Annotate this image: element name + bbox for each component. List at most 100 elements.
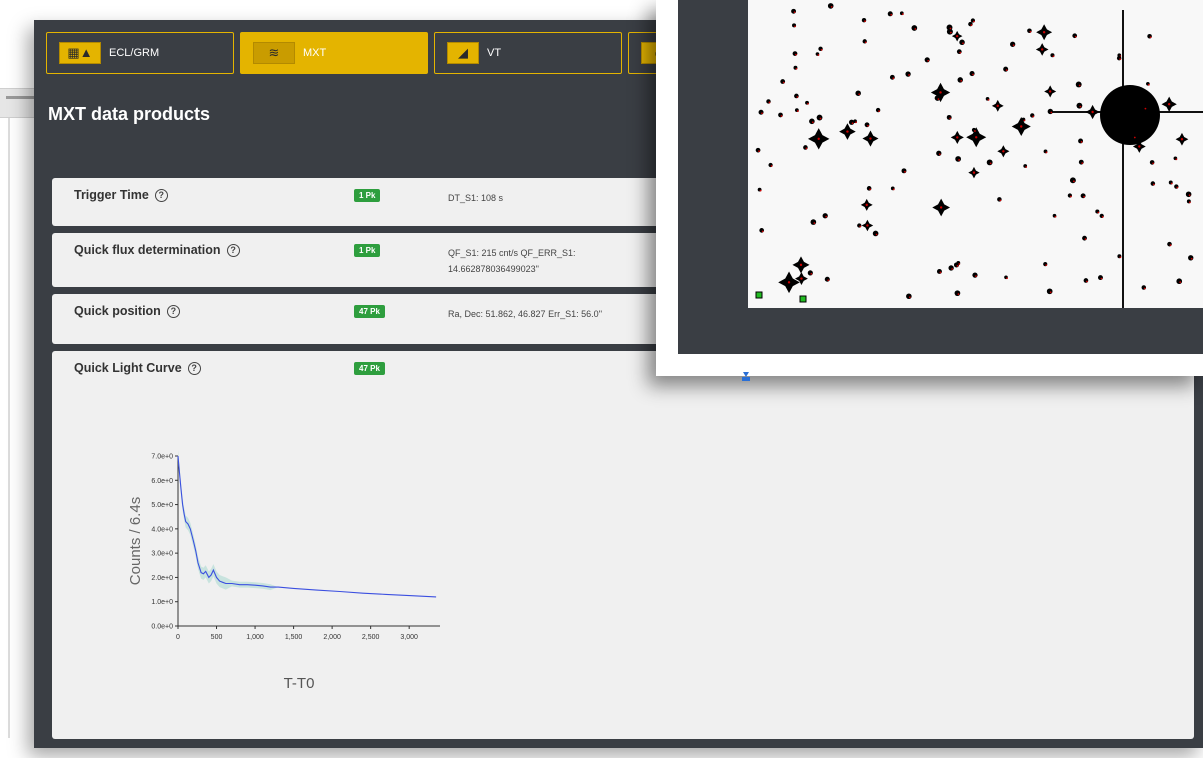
source-marker xyxy=(937,98,940,100)
source-marker xyxy=(1079,105,1082,108)
source-marker xyxy=(956,265,959,267)
faint-star xyxy=(1075,81,1082,88)
source-marker xyxy=(1069,195,1072,198)
source-marker xyxy=(1169,244,1172,247)
ecl-grm-icon: ▦▲ xyxy=(59,42,101,64)
source-marker xyxy=(892,77,895,80)
light-curve-chart: 0.0e+0 1.0e+0 2.0e+0 3.0e+0 4.0e+0 5.0e+0 6.0e… xyxy=(80,409,444,694)
source-marker xyxy=(938,153,941,156)
faint-star xyxy=(864,122,870,128)
source-marker xyxy=(989,162,992,165)
source-marker xyxy=(869,188,872,191)
faint-star xyxy=(924,57,930,63)
help-icon[interactable]: ? xyxy=(166,304,180,318)
section-title: MXT data products xyxy=(48,104,211,124)
faint-star xyxy=(792,51,798,56)
faint-star xyxy=(969,70,975,77)
faint-star xyxy=(1083,278,1089,283)
product-value-line: DT_S1: 108 s xyxy=(448,193,504,203)
green-marker xyxy=(799,295,807,303)
sky-image[interactable] xyxy=(748,0,1203,308)
faint-star xyxy=(827,3,834,9)
faint-star xyxy=(755,147,761,153)
faint-star xyxy=(901,168,907,174)
x-tick-label: 1,500 xyxy=(285,634,303,641)
source-marker xyxy=(866,224,869,227)
source-marker xyxy=(1045,151,1048,154)
source-marker xyxy=(851,122,854,125)
source-marker xyxy=(1050,111,1053,114)
product-title: Trigger Time xyxy=(74,188,149,202)
faint-star xyxy=(1185,191,1192,198)
source-marker xyxy=(890,13,893,16)
source-marker xyxy=(1020,125,1023,128)
help-icon[interactable]: ? xyxy=(226,243,240,257)
download-icon[interactable] xyxy=(740,370,752,382)
background-window-edge xyxy=(8,118,10,738)
source-marker xyxy=(858,93,861,96)
source-marker xyxy=(782,81,785,84)
faint-star xyxy=(1082,235,1087,241)
source-marker xyxy=(795,53,797,56)
screenshot-stage: ▦▲ ECL/GRM ≋ MXT ◢ VT ▪ MXT data product… xyxy=(0,0,1203,758)
source-marker xyxy=(846,130,849,133)
source-marker xyxy=(825,215,828,218)
tab-mxt[interactable]: ≋ MXT xyxy=(240,32,428,74)
source-marker xyxy=(939,206,943,209)
product-value: DT_S1: 108 s xyxy=(448,190,503,206)
source-marker xyxy=(859,225,862,228)
faint-star xyxy=(1076,102,1083,109)
source-marker xyxy=(1002,150,1005,153)
faint-star xyxy=(807,270,813,276)
status-badge: 47 Pk xyxy=(354,305,385,318)
source-marker xyxy=(1042,31,1046,34)
x-tick-label: 0 xyxy=(176,634,180,641)
source-marker xyxy=(974,130,976,132)
product-value: QF_S1: 215 cnt/s QF_ERR_S1: 14.662878036… xyxy=(448,245,576,277)
tab-ecl-grm[interactable]: ▦▲ ECL/GRM xyxy=(46,32,234,74)
faint-star xyxy=(946,114,952,120)
product-title-wrap: Quick Light Curve ? xyxy=(74,361,201,375)
source-marker xyxy=(1025,166,1028,168)
source-marker xyxy=(1176,186,1179,189)
source-marker xyxy=(1175,158,1178,161)
source-marker xyxy=(959,51,962,54)
faint-star xyxy=(905,71,911,77)
product-row-quick-light-curve[interactable]: Quick Light Curve ? 47 Pk 0.0e+0 1.0e+0 2.… xyxy=(52,351,1194,739)
faint-star xyxy=(1010,41,1016,47)
source-marker xyxy=(1084,238,1087,241)
source-marker xyxy=(1091,110,1094,114)
source-marker xyxy=(908,74,910,76)
source-marker xyxy=(1180,138,1184,141)
source-marker xyxy=(1188,201,1191,204)
x-tick-label: 3,000 xyxy=(400,634,418,641)
product-value-line: Ra, Dec: 51.862, 46.827 Err_S1: 56.0'' xyxy=(448,309,603,319)
tab-vt[interactable]: ◢ VT xyxy=(434,32,622,74)
x-tick-label: 2,000 xyxy=(323,634,341,641)
source-marker xyxy=(793,11,796,14)
source-marker xyxy=(855,121,858,124)
help-icon[interactable]: ? xyxy=(154,188,168,202)
source-marker xyxy=(1119,58,1122,61)
source-marker xyxy=(939,271,942,274)
source-marker xyxy=(865,203,868,207)
source-marker xyxy=(1040,48,1044,51)
x-tick-label: 1,000 xyxy=(246,634,264,641)
faint-star xyxy=(936,150,942,156)
product-title-wrap: Quick flux determination ? xyxy=(74,243,240,257)
source-marker xyxy=(805,147,808,150)
faint-star xyxy=(906,293,912,300)
faint-star xyxy=(986,159,993,166)
source-marker xyxy=(1049,291,1052,294)
light-curve-svg: 0.0e+0 1.0e+0 2.0e+0 3.0e+0 4.0e+0 5.0e+0 6.0e… xyxy=(127,449,444,692)
source-marker xyxy=(1012,44,1015,47)
source-marker xyxy=(939,91,942,94)
mxt-icon: ≋ xyxy=(253,42,295,64)
faint-star xyxy=(824,276,830,282)
help-icon[interactable]: ? xyxy=(187,361,201,375)
source-marker xyxy=(1152,183,1155,186)
y-axis-label: Counts / 6.4s xyxy=(127,497,144,585)
faint-star xyxy=(1046,288,1053,295)
source-marker xyxy=(958,263,961,265)
source-marker xyxy=(1052,55,1055,58)
